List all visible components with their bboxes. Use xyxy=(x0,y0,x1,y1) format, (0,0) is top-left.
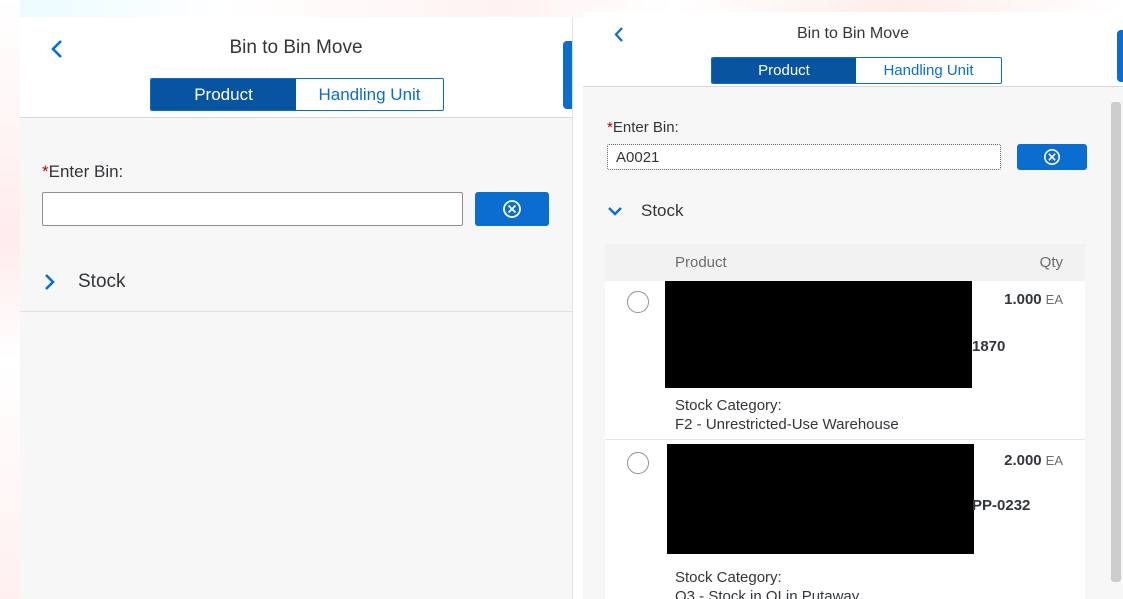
clear-button[interactable] xyxy=(475,192,549,226)
stock-category: Stock Category: F2 - Unrestricted-Use Wa… xyxy=(675,397,899,433)
clear-circle-icon xyxy=(1043,148,1061,166)
redacted-product xyxy=(665,281,972,388)
segmented-control: Product Handling Unit xyxy=(711,57,1002,84)
page-title: Bin to Bin Move xyxy=(229,37,363,58)
page-title: Bin to Bin Move xyxy=(796,25,910,42)
stock-panel-toggle[interactable]: Stock xyxy=(607,198,684,224)
chevron-right-icon xyxy=(45,274,55,290)
enter-bin-label: *Enter Bin: xyxy=(42,162,124,181)
right-panel: Bin to Bin Move Product Handling Unit *E… xyxy=(583,12,1123,599)
tab-product[interactable]: Product xyxy=(151,79,296,110)
clear-button[interactable] xyxy=(1017,144,1087,170)
bin-input[interactable] xyxy=(42,192,463,226)
stock-label: Stock xyxy=(78,271,126,292)
clear-circle-icon xyxy=(503,200,521,218)
required-asterisk: * xyxy=(42,162,49,181)
tab-product[interactable]: Product xyxy=(712,58,856,83)
column-header-qty: Qty xyxy=(1039,254,1063,271)
table-row[interactable]: 2.000 EA PP-0232 Stock Category: Q3 - Sto… xyxy=(605,440,1085,599)
row-radio[interactable] xyxy=(627,291,649,313)
left-panel: Bin to Bin Move Product Handling Unit *E… xyxy=(20,17,573,599)
divider xyxy=(20,311,572,312)
table-row[interactable]: 1.000 EA 1870 Stock Category: F2 - Unrest… xyxy=(605,281,1085,440)
column-header-product: Product xyxy=(675,254,727,271)
tab-handling-unit[interactable]: Handling Unit xyxy=(296,79,443,110)
row-qty: 1.000 EA xyxy=(1004,291,1063,308)
stock-panel-toggle[interactable]: Stock xyxy=(42,267,126,297)
stock-table: Product Qty 1.000 EA 1870 Stock Category:… xyxy=(605,244,1085,599)
tab-handling-unit[interactable]: Handling Unit xyxy=(856,58,1001,83)
stock-category: Stock Category: Q3 - Stock in QI in Puta… xyxy=(675,569,860,599)
product-id: PP-0232 xyxy=(972,497,1031,514)
edge-action-button[interactable] xyxy=(1117,30,1123,82)
scrollbar[interactable] xyxy=(1111,102,1121,582)
redacted-product xyxy=(667,444,974,554)
right-header: Bin to Bin Move Product Handling Unit xyxy=(583,12,1123,87)
table-header: Product Qty xyxy=(605,244,1085,281)
product-id: 1870 xyxy=(972,338,1006,355)
row-radio[interactable] xyxy=(627,452,649,474)
bin-input[interactable]: A0021 xyxy=(607,144,1001,170)
edge-action-button[interactable] xyxy=(563,41,572,109)
stock-label: Stock xyxy=(641,201,684,220)
row-qty: 2.000 EA xyxy=(1004,452,1063,469)
background-stripe-left xyxy=(0,0,20,599)
segmented-control: Product Handling Unit xyxy=(150,78,444,111)
chevron-down-icon xyxy=(608,207,622,216)
enter-bin-label: *Enter Bin: xyxy=(607,119,679,136)
left-header: Bin to Bin Move Product Handling Unit xyxy=(20,17,572,118)
